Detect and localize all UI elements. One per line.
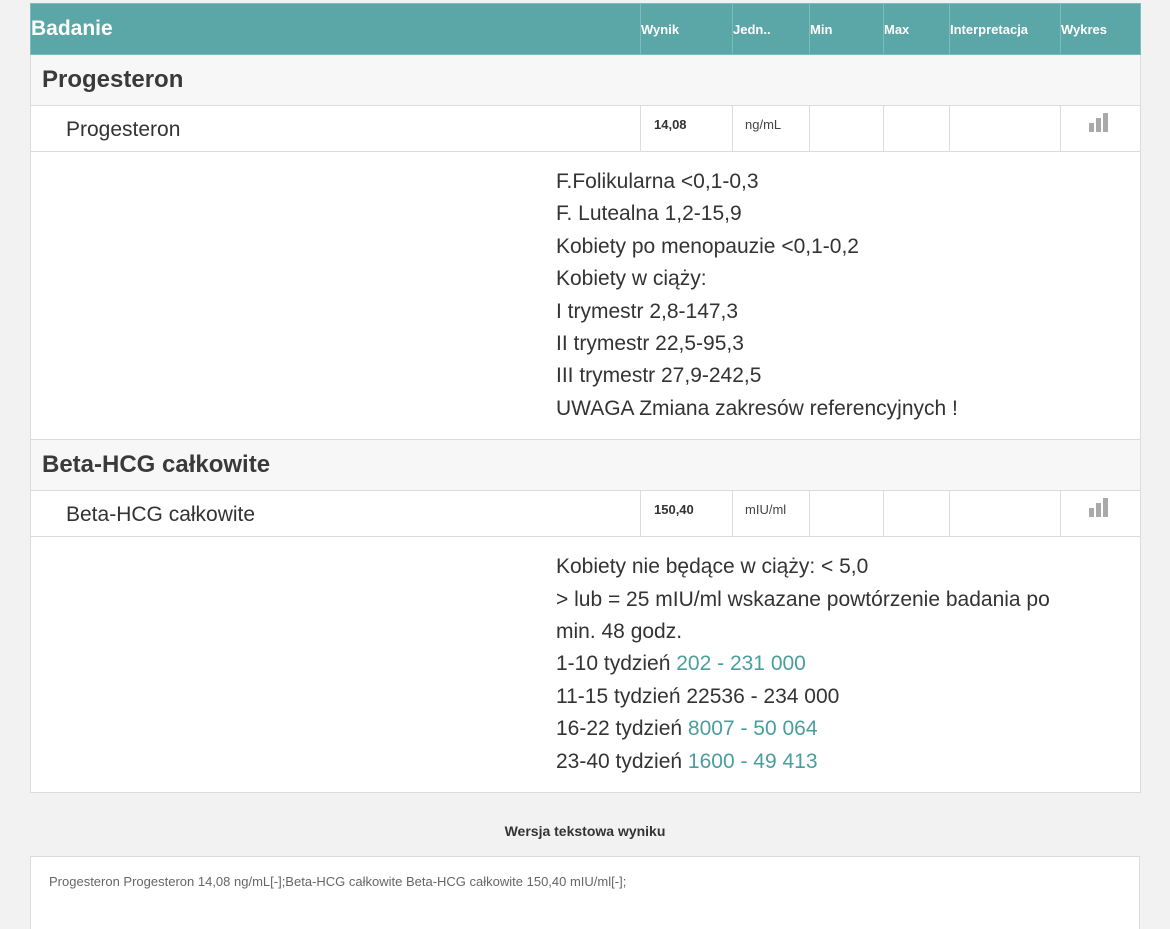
- header-jedn[interactable]: Jedn..: [732, 3, 810, 55]
- test-value: 14,08: [640, 105, 733, 152]
- test-interpretation: [949, 105, 1061, 152]
- bar-chart-icon[interactable]: [1089, 497, 1108, 518]
- results-table: Badanie Wynik Jedn.. Min Max Interpretac…: [30, 3, 1141, 794]
- reference-line: 11-15 tydzień 22536 - 234 000: [556, 684, 840, 708]
- test-unit: ng/mL: [732, 105, 810, 152]
- group-title: Beta-HCG całkowite: [30, 439, 1141, 492]
- table-header-row: Badanie Wynik Jedn.. Min Max Interpretac…: [30, 3, 1141, 55]
- header-badanie[interactable]: Badanie: [30, 3, 641, 55]
- header-interpretacja[interactable]: Interpretacja: [949, 3, 1061, 55]
- reference-ranges: F.Folikularna <0,1-0,3 F. Lutealna 1,2-1…: [31, 152, 1140, 439]
- reference-line: Kobiety po menopauzie <0,1-0,2: [556, 234, 859, 258]
- test-name: Progesteron: [30, 105, 641, 152]
- test-value: 150,40: [640, 490, 733, 538]
- reference-line: 16-22 tydzień 8007 - 50 064: [556, 717, 818, 741]
- reference-line: UWAGA Zmiana zakresów referencyjnych !: [556, 396, 958, 420]
- reference-line: Kobiety w ciąży:: [556, 267, 707, 291]
- reference-line: I trymestr 2,8-147,3: [556, 299, 739, 323]
- group-row-progesteron: Progesteron: [30, 54, 1141, 106]
- chart-cell: [1060, 490, 1141, 538]
- chart-cell: [1060, 105, 1141, 152]
- reference-line: Kobiety nie będące w ciąży: < 5,0: [556, 555, 869, 579]
- reference-row-progesteron: F.Folikularna <0,1-0,3 F. Lutealna 1,2-1…: [30, 150, 1141, 441]
- header-min[interactable]: Min: [809, 3, 884, 55]
- group-title: Progesteron: [30, 54, 1141, 106]
- reference-ranges: Kobiety nie będące w ciąży: < 5,0 > lub …: [31, 537, 1140, 792]
- reference-line: min. 48 godz.: [556, 620, 683, 644]
- test-name: Beta-HCG całkowite: [30, 490, 641, 538]
- test-min: [809, 105, 884, 152]
- reference-line: III trymestr 27,9-242,5: [556, 364, 762, 388]
- reference-line: 23-40 tydzień 1600 - 49 413: [556, 749, 818, 773]
- test-row-beta-hcg: Beta-HCG całkowite 150,40 mIU/ml: [30, 490, 1141, 538]
- test-row-progesteron: Progesteron 14,08 ng/mL: [30, 105, 1141, 152]
- group-row-beta-hcg: Beta-HCG całkowite: [30, 439, 1141, 492]
- reference-line: F.Folikularna <0,1-0,3: [556, 170, 759, 193]
- test-max: [883, 490, 950, 538]
- test-unit: mIU/ml: [732, 490, 810, 538]
- header-wykres[interactable]: Wykres: [1060, 3, 1141, 55]
- results-page: Badanie Wynik Jedn.. Min Max Interpretac…: [0, 0, 1170, 929]
- header-wynik[interactable]: Wynik: [640, 3, 733, 55]
- header-max[interactable]: Max: [883, 3, 950, 55]
- reference-line: > lub = 25 mIU/ml wskazane powtórzenie b…: [556, 587, 1050, 611]
- test-min: [809, 490, 884, 538]
- reference-line: 1-10 tydzień 202 - 231 000: [556, 652, 806, 676]
- text-version-title: Wersja tekstowa wyniku: [504, 823, 666, 839]
- bar-chart-icon[interactable]: [1089, 112, 1108, 132]
- text-version-content[interactable]: Progesteron Progesteron 14,08 ng/mL[-];B…: [30, 856, 1140, 929]
- test-max: [883, 105, 950, 152]
- test-interpretation: [949, 490, 1061, 538]
- reference-row-beta-hcg: Kobiety nie będące w ciąży: < 5,0 > lub …: [30, 536, 1141, 794]
- reference-line: F. Lutealna 1,2-15,9: [556, 202, 742, 226]
- reference-line: II trymestr 22,5-95,3: [556, 332, 744, 356]
